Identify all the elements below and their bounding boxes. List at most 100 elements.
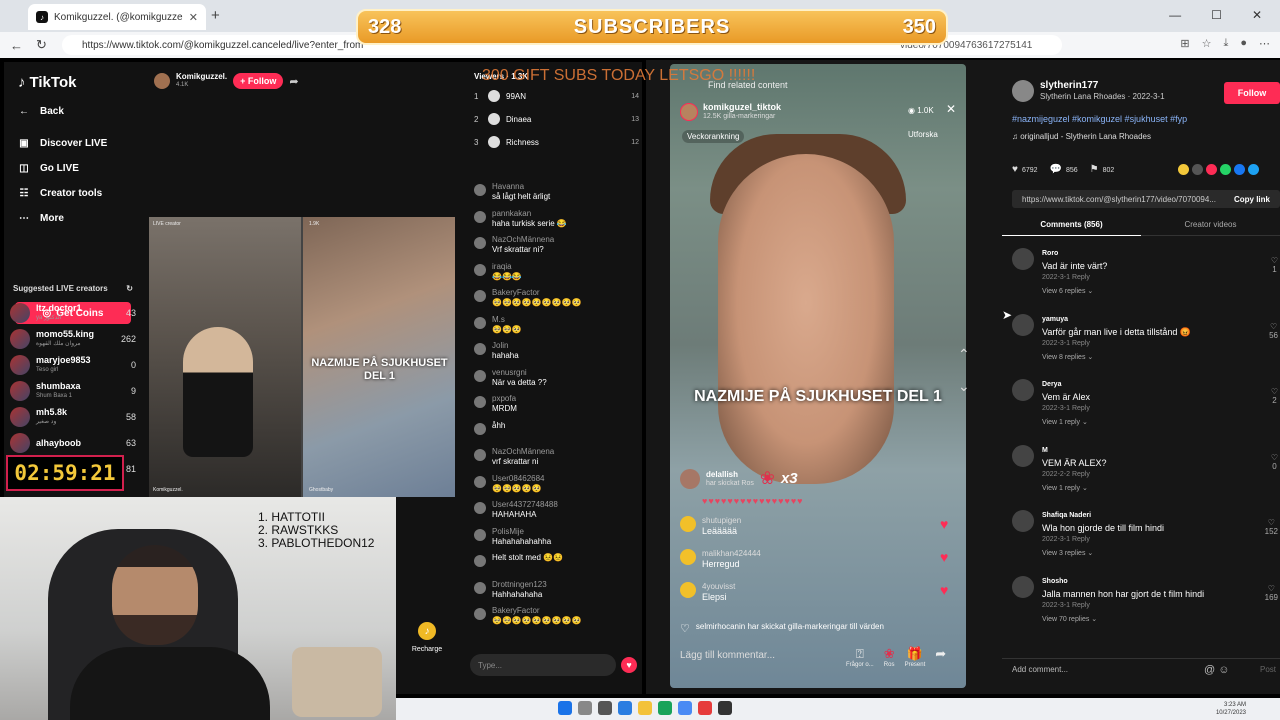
live-chat[interactable]: Havanna så lågt helt ärligt pannkakan haha … (466, 174, 642, 644)
comment-like[interactable]: ♡ 0 (1271, 453, 1278, 471)
comment-like[interactable]: ♡ 169 (1265, 584, 1278, 602)
tab-creator-videos[interactable]: Creator videos (1141, 216, 1280, 236)
copy-link-button[interactable]: Copy link (1234, 195, 1270, 204)
phone-comment-input[interactable]: Lägg till kommentar... (680, 650, 775, 661)
tiktok-logo[interactable]: ♪ TikTok (18, 74, 76, 91)
back-icon[interactable]: ← (10, 38, 26, 53)
view-replies-link[interactable]: View 1 reply ⌄ (1042, 483, 1107, 495)
favorites-icon[interactable]: ☆ (1202, 37, 1212, 50)
back-link[interactable]: ← Back (18, 106, 64, 117)
comment-user[interactable]: Shafiqa Naderi (1042, 510, 1164, 522)
start-icon[interactable] (558, 701, 572, 715)
questions-button[interactable]: ⍰ Frågor o... (846, 646, 874, 668)
sidebar-item-creator-tools[interactable]: ☷ Creator tools (18, 188, 103, 199)
comment-avatar[interactable] (1012, 379, 1034, 401)
comment-meta[interactable]: 2022-3-1 Reply (1042, 338, 1191, 350)
author-avatar[interactable] (1012, 80, 1034, 102)
host-avatar[interactable] (154, 73, 170, 89)
refresh-icon[interactable]: ↻ (126, 284, 133, 293)
comment-meta[interactable]: 2022-3-1 Reply (1042, 600, 1204, 612)
close-tab-icon[interactable]: ✕ (189, 11, 198, 24)
twitter-icon[interactable] (1248, 164, 1259, 175)
explore-link[interactable]: Utforska (908, 130, 938, 139)
view-replies-link[interactable]: View 8 replies ⌄ (1042, 352, 1191, 364)
view-replies-link[interactable]: View 3 replies ⌄ (1042, 548, 1164, 560)
view-replies-link[interactable]: View 1 reply ⌄ (1042, 417, 1090, 429)
suggested-creator[interactable]: mh5.8k ود صغير 58 (10, 406, 136, 428)
view-replies-link[interactable]: View 6 replies ⌄ (1042, 286, 1107, 298)
sidebar-item-go-live[interactable]: ◫ Go LIVE (18, 163, 79, 174)
app-icon[interactable] (698, 701, 712, 715)
system-clock[interactable]: 3:23 AM 10/27/2023 (1216, 701, 1246, 717)
chrome-icon[interactable] (658, 701, 672, 715)
comment-meta[interactable]: 2022-3-1 Reply (1042, 534, 1164, 546)
suggested-creator[interactable]: maryjoe9853 Teso girl 0 (10, 354, 136, 376)
menu-icon[interactable]: ⋯ (1259, 37, 1270, 50)
search-icon[interactable] (578, 701, 592, 715)
embed-icon[interactable] (1192, 164, 1203, 175)
comment-avatar[interactable] (1012, 575, 1034, 598)
phone-close-icon[interactable]: ✕ (946, 102, 956, 116)
comment-meta[interactable]: 2022-3-1 Reply (1042, 403, 1090, 415)
profile-icon[interactable]: ● (1240, 37, 1247, 50)
comment-like[interactable]: ♡ 1 (1271, 256, 1278, 274)
emoji-icon[interactable]: ☺ (1218, 664, 1229, 676)
add-comment-input[interactable]: Add comment... (1012, 665, 1068, 674)
comment-meta[interactable]: 2022-3-1 Reply (1042, 272, 1107, 284)
view-replies-link[interactable]: View 70 replies ⌄ (1042, 614, 1204, 626)
like-heart-button[interactable]: ♥ (621, 657, 637, 673)
viewer-row[interactable]: 2 Dinaea 13 (474, 113, 639, 125)
comment-like[interactable]: ♡ 2 (1271, 387, 1278, 405)
comment-user[interactable]: Roro (1042, 248, 1107, 260)
phone-host-avatar[interactable] (680, 103, 698, 121)
comment-stat[interactable]: 💬 856 (1050, 164, 1078, 175)
comment-user[interactable]: Shosho (1042, 576, 1204, 588)
explorer-icon[interactable] (638, 701, 652, 715)
maximize-icon[interactable]: ☐ (1211, 8, 1222, 22)
recharge-button[interactable]: ♪ Recharge (407, 622, 447, 653)
comment-meta[interactable]: 2022-2-2 Reply (1042, 469, 1107, 481)
coin-share-icon[interactable] (1178, 164, 1189, 175)
post-button[interactable]: Post (1260, 665, 1276, 674)
reload-icon[interactable]: ↻ (36, 37, 52, 53)
viewer-row[interactable]: 3 Richness 12 (474, 136, 639, 148)
chevron-up-icon[interactable]: ⌃ (958, 338, 970, 370)
comment-user[interactable]: M (1042, 445, 1107, 457)
chat-input[interactable]: Type... (470, 654, 616, 676)
suggested-creator[interactable]: alhayboob 63 (10, 432, 136, 454)
share-icon[interactable]: ➦ (289, 75, 298, 88)
comment-like[interactable]: ♡ 152 (1265, 518, 1278, 536)
close-window-icon[interactable]: ✕ (1252, 8, 1262, 22)
obs-icon[interactable] (718, 701, 732, 715)
comment-user[interactable]: yamuya (1042, 314, 1191, 326)
store-icon[interactable] (678, 701, 692, 715)
download-icon[interactable]: ⤓ (1223, 37, 1228, 50)
taskview-icon[interactable] (598, 701, 612, 715)
follow-button[interactable]: + Follow (233, 73, 284, 89)
comment-avatar[interactable] (1012, 248, 1034, 270)
comment-avatar[interactable] (1012, 510, 1034, 532)
comment-like[interactable]: ♡ 56 (1269, 322, 1278, 340)
sidebar-item-discover-live[interactable]: ▣ Discover LIVE (18, 138, 107, 149)
chevron-down-icon[interactable]: ⌄ (958, 370, 970, 402)
live-video[interactable]: LIVE creator 1.9K NAZMIJE PÅ SJUKHUSET D… (149, 217, 455, 497)
comment-avatar[interactable] (1012, 444, 1034, 467)
like-stat[interactable]: ♥ 6792 (1012, 164, 1038, 175)
share-button[interactable]: ➦ (935, 646, 946, 668)
comment-avatar[interactable] (1012, 313, 1034, 336)
author-follow-button[interactable]: Follow (1224, 82, 1280, 104)
phone-video[interactable]: Find related content komikguzel_tiktok 12… (670, 64, 966, 688)
facebook-icon[interactable] (1234, 164, 1245, 175)
suggested-creator[interactable]: momo55.king مروان ملك القهوة 262 (10, 328, 136, 350)
mention-icon[interactable]: @ (1204, 664, 1215, 676)
extensions-icon[interactable]: ⊞ (1180, 37, 1189, 50)
send-icon[interactable] (1206, 164, 1217, 175)
sound-link[interactable]: ♫ originalljud - Slytherin Lana Rhoades (1012, 132, 1151, 141)
new-tab-icon[interactable]: + (211, 7, 220, 24)
browser-tab[interactable]: ♪ Komikguzzel. (@komikguzzel.canceled) ✕ (28, 4, 206, 30)
whatsapp-icon[interactable] (1220, 164, 1231, 175)
rose-button[interactable]: ❀ Ros (884, 646, 895, 668)
comment-user[interactable]: Derya (1042, 379, 1090, 391)
gift-button[interactable]: 🎁 Present (905, 646, 926, 668)
minimize-icon[interactable]: — (1169, 8, 1181, 22)
